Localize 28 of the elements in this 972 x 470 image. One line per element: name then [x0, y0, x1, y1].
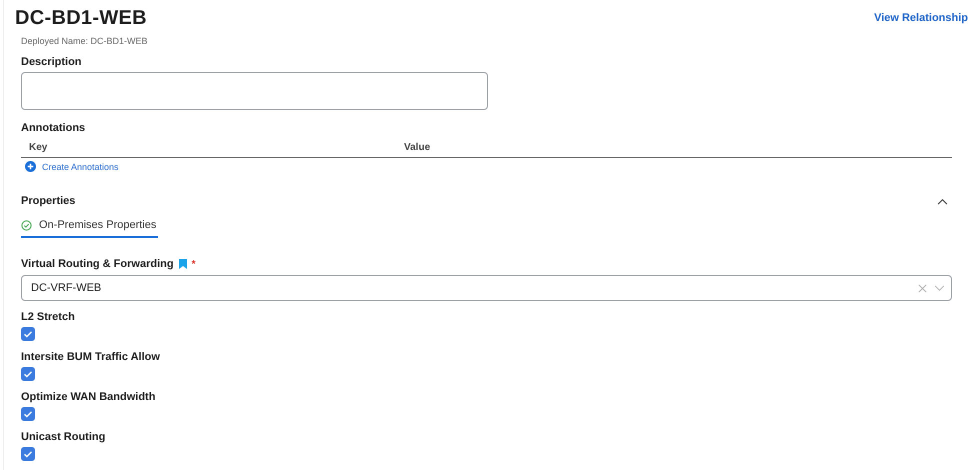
- annotations-label: Annotations: [21, 122, 86, 134]
- properties-tab[interactable]: On-Premises Properties: [21, 217, 158, 238]
- caret-icon[interactable]: [934, 284, 945, 292]
- deployed-name: Deployed Name: DC-BD1-WEB: [21, 36, 149, 46]
- description-field[interactable]: [21, 72, 488, 110]
- option-label: Intersite BUM Traffic Allow: [21, 351, 161, 363]
- checkbox[interactable]: [21, 327, 35, 341]
- plus-icon: [25, 161, 36, 172]
- required-mark: *: [192, 258, 196, 270]
- vrf-label: Virtual Routing & Forwarding: [21, 258, 174, 270]
- option-label: L2 Stretch: [21, 311, 76, 323]
- clear-icon[interactable]: [918, 284, 927, 292]
- option-label: Unicast Routing: [21, 431, 106, 443]
- checkbox[interactable]: [21, 447, 35, 461]
- view-relationship-link[interactable]: View Relationship: [874, 12, 968, 24]
- page-title: DC-BD1-WEB: [15, 6, 147, 30]
- checkbox[interactable]: [21, 407, 35, 421]
- description-label: Description: [21, 56, 83, 68]
- bookmark-icon: [178, 259, 187, 269]
- column-header: Key: [29, 142, 48, 152]
- column-header: Value: [404, 142, 430, 152]
- chevron-icon[interactable]: [937, 198, 948, 204]
- check-circle-icon: [21, 220, 32, 230]
- option-label: Optimize WAN Bandwidth: [21, 391, 156, 403]
- vrf-select[interactable]: DC-VRF-WEB: [21, 275, 952, 301]
- properties-label: Properties: [21, 195, 76, 207]
- create-annotations-link[interactable]: Create Annotations: [25, 161, 952, 172]
- checkbox[interactable]: [21, 367, 35, 381]
